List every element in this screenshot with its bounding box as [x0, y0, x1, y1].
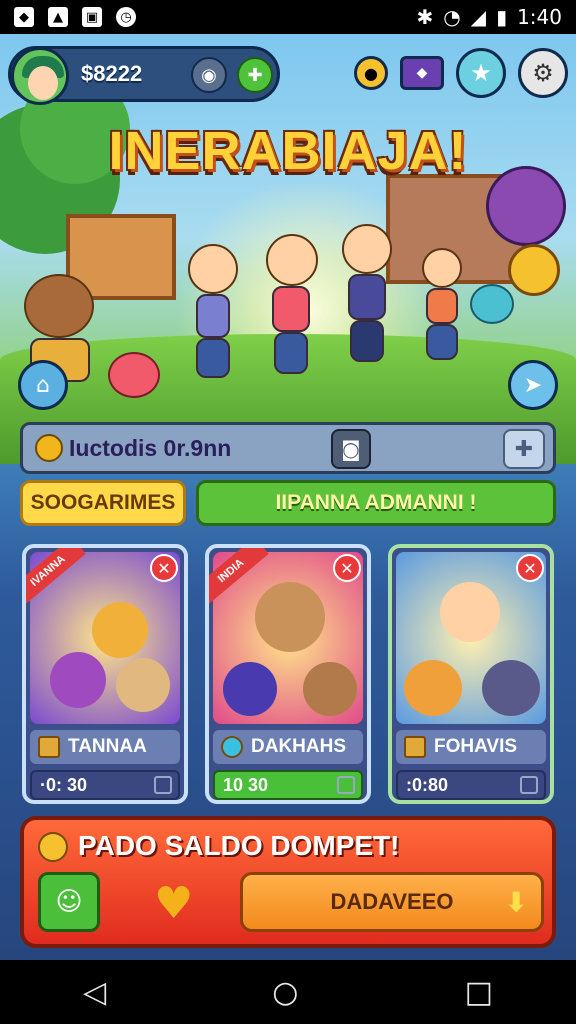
checkbox-icon[interactable] — [154, 776, 172, 794]
status-time: 1:40 — [517, 5, 562, 29]
character-card-3[interactable]: ✕ FOHAVIS :0:80 — [388, 544, 554, 804]
gem-icon[interactable]: ◆ — [400, 56, 444, 90]
photo-notification-icon: ▣ — [82, 7, 102, 27]
star-icon[interactable]: ★ — [456, 48, 506, 98]
card-name: FOHAVIS — [396, 730, 546, 764]
app-notification-icon: ◆ — [14, 7, 34, 27]
chest-icon — [404, 736, 426, 758]
blue-pet — [470, 284, 514, 324]
character-boy-1 — [178, 244, 248, 384]
card-value: :0:80 — [396, 770, 546, 800]
battery-icon: ▮ — [496, 5, 508, 29]
clock-notification-icon: ◷ — [116, 7, 136, 27]
bluetooth-icon: ✱ — [416, 5, 434, 29]
game-title: INERABIAJA! — [108, 121, 468, 181]
coin-icon — [38, 832, 68, 862]
quest-text: Iuctodis 0r.9nn — [69, 435, 232, 461]
arrow-down-icon: ⬇ — [505, 887, 527, 917]
game-screen: $8222 ◉ ✚ ● ◆ ★ ⚙ INERABIAJA! ⌂ ➤ Iuctod… — [0, 34, 576, 960]
card-value: 10 30 — [213, 770, 363, 800]
system-nav-bar: ◁ ○ □ — [0, 960, 576, 1024]
gem-icon — [221, 736, 243, 758]
claim-button[interactable]: DADAVEEO ⬇ — [240, 872, 544, 932]
status-bar: ◆ ▲ ▣ ◷ ✱ ◔ ◢ ▮ 1:40 — [0, 0, 576, 34]
pink-pet — [108, 352, 160, 398]
character-boy-4 — [414, 248, 470, 368]
recent-icon[interactable]: □ — [465, 975, 493, 1010]
panel-headline: PADO SALDO DOMPET! — [78, 830, 400, 861]
puzzle-icon[interactable]: ✚ — [503, 429, 545, 469]
tab-left[interactable]: SOOGARIMES — [20, 480, 186, 526]
coin-balance: $8222 — [81, 61, 143, 86]
quest-bar[interactable]: Iuctodis 0r.9nn ◙ ✚ — [20, 422, 556, 474]
card-name: TANNAA — [30, 730, 180, 764]
heart-icon[interactable]: ♥ — [154, 882, 193, 926]
character-boy-2 — [256, 234, 326, 384]
reward-panel: PADO SALDO DOMPET! ☺ ♥ DADAVEEO ⬇ — [20, 816, 556, 948]
character-boy-3 — [332, 224, 402, 374]
image-notification-icon: ▲ — [48, 7, 68, 27]
player-avatar[interactable] — [11, 47, 69, 105]
pet-button[interactable]: ☺ — [38, 872, 100, 932]
character-bear-mascot — [10, 244, 110, 384]
close-icon[interactable]: ✕ — [150, 554, 178, 582]
signal-icon: ◢ — [470, 5, 487, 29]
checkbox-icon[interactable] — [520, 776, 538, 794]
purple-monster — [486, 166, 566, 246]
wifi-icon: ◔ — [443, 5, 461, 29]
back-icon[interactable]: ◁ — [83, 975, 106, 1010]
clock-bonus-icon[interactable] — [508, 244, 560, 296]
close-icon[interactable]: ✕ — [333, 554, 361, 582]
right-nav-button[interactable]: ➤ — [508, 360, 558, 410]
checkbox-icon[interactable] — [337, 776, 355, 794]
settings-icon[interactable]: ⚙ — [518, 48, 568, 98]
coin-icon — [35, 434, 63, 462]
card-value: ·0: 30 — [30, 770, 180, 800]
player-hud: $8222 ◉ ✚ — [8, 46, 280, 105]
robot-icon[interactable]: ◙ — [331, 429, 371, 469]
top-right-controls: ● ◆ ★ ⚙ — [354, 48, 568, 98]
tab-right[interactable]: IIPANNA ADMANNI ! — [196, 480, 556, 526]
character-card-1[interactable]: IVANNA ✕ TANNAA ·0: 30 — [22, 544, 188, 804]
left-home-button[interactable]: ⌂ — [18, 360, 68, 410]
chest-icon — [38, 736, 60, 758]
close-icon[interactable]: ✕ — [516, 554, 544, 582]
card-name: DAKHAHS — [213, 730, 363, 764]
character-card-2[interactable]: INDIA ✕ DAKHAHS 10 30 — [205, 544, 371, 804]
gold-coin-icon: ● — [354, 56, 388, 90]
add-coins-button[interactable]: ✚ — [237, 57, 273, 93]
home-icon[interactable]: ○ — [272, 975, 298, 1010]
shield-icon[interactable]: ◉ — [191, 57, 227, 93]
